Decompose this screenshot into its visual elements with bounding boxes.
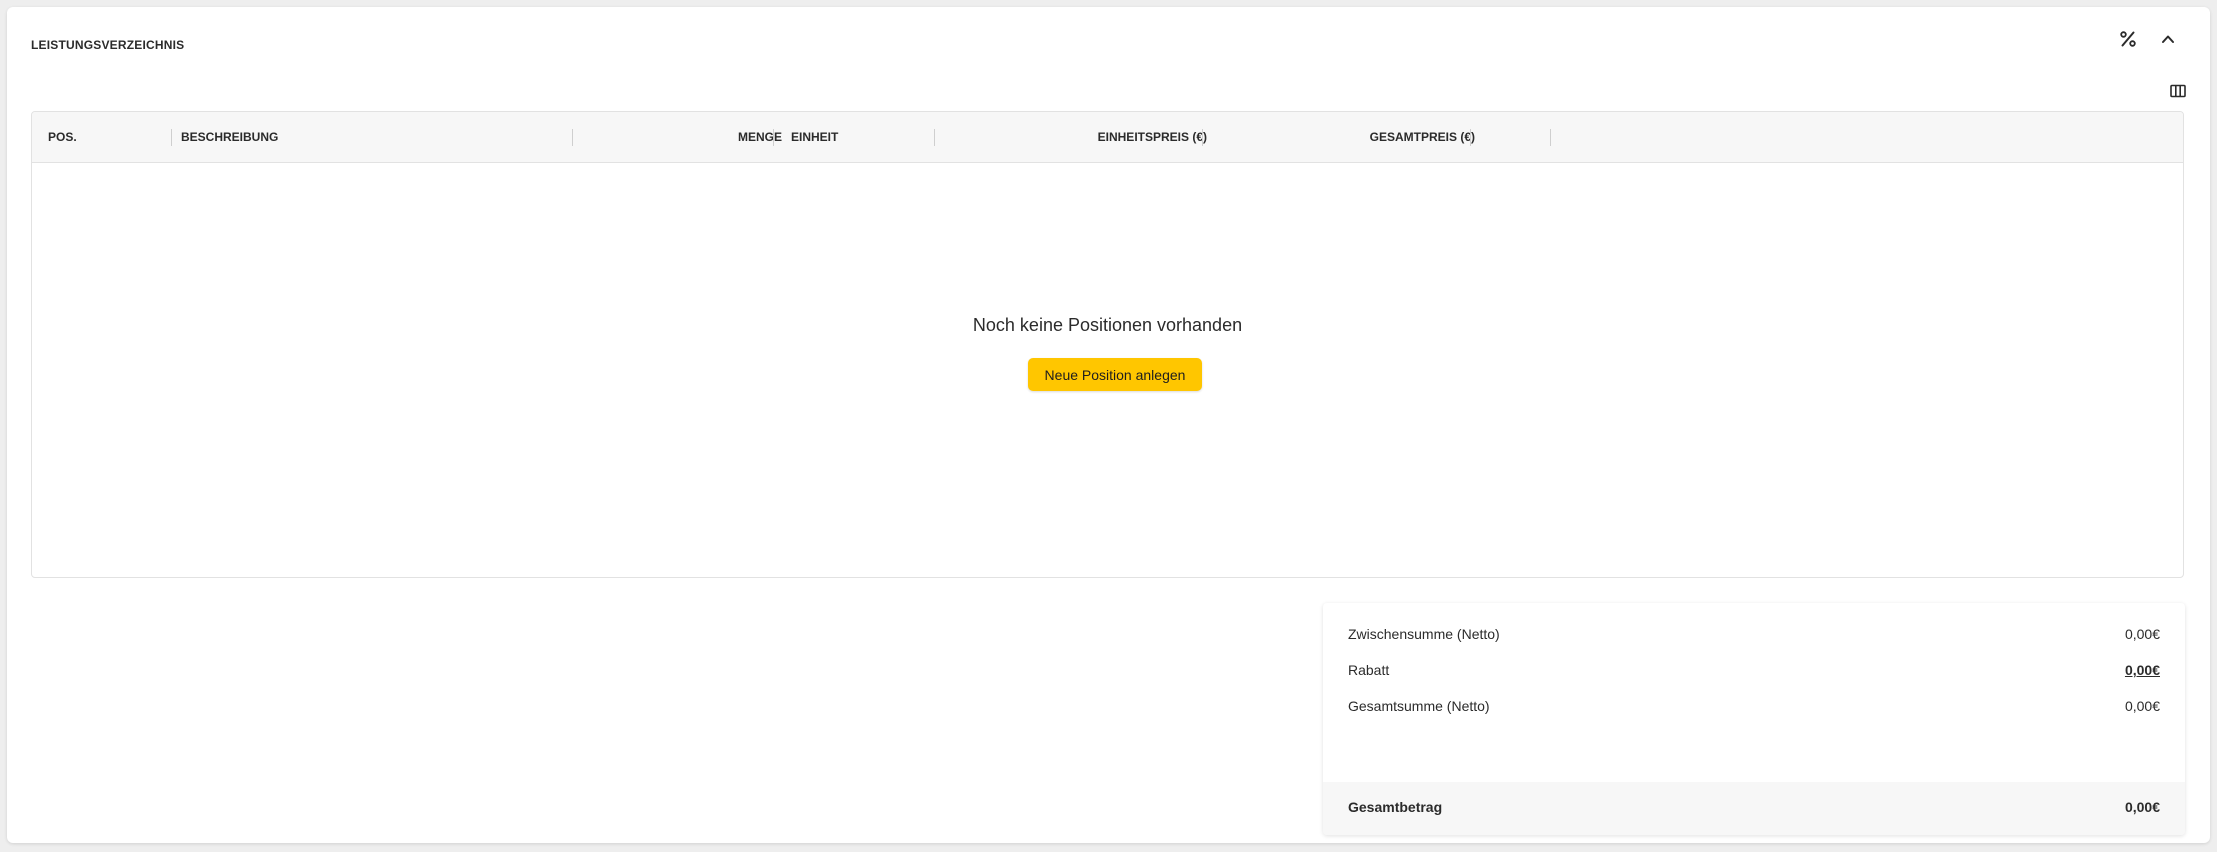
column-header-unit-price[interactable]: EINHEITSPREIS (€) (952, 112, 1207, 163)
column-header-pos[interactable]: POS. (48, 112, 77, 163)
grand-total-value: 0,00€ (2124, 799, 2160, 815)
empty-state-text: Noch keine Positionen vorhanden (972, 315, 1243, 335)
service-list-card: LEISTUNGSVERZEICHNIS POS. BESCHREIBUNG M… (7, 7, 2210, 843)
subtotal-row: Zwischensumme (Netto) 0,00€ (1323, 626, 2185, 646)
column-divider[interactable] (934, 129, 935, 146)
grand-total-row: Gesamtbetrag 0,00€ (1323, 782, 2185, 835)
column-header-total-price[interactable]: GESAMTPREIS (€) (1222, 112, 1475, 163)
total-net-row: Gesamtsumme (Netto) 0,00€ (1323, 698, 2185, 718)
column-divider[interactable] (572, 129, 573, 146)
discount-label: Rabatt (1348, 662, 1390, 678)
table-header: POS. BESCHREIBUNG MENGE EINHEIT EINHEITS… (32, 112, 2183, 163)
subtotal-label: Zwischensumme (Netto) (1348, 626, 1500, 642)
column-divider[interactable] (1550, 129, 1551, 146)
total-net-value: 0,00€ (2124, 698, 2160, 714)
column-header-unit[interactable]: EINHEIT (791, 112, 838, 163)
section-title: LEISTUNGSVERZEICHNIS (31, 38, 185, 52)
subtotal-value: 0,00€ (2124, 626, 2160, 642)
column-divider[interactable] (1470, 129, 1471, 146)
new-position-button[interactable]: Neue Position anlegen (1028, 358, 1202, 391)
columns-icon[interactable] (2166, 79, 2190, 103)
total-net-label: Gesamtsumme (Netto) (1348, 698, 1490, 714)
totals-summary: Zwischensumme (Netto) 0,00€ Rabatt 0,00€… (1323, 603, 2185, 835)
column-divider[interactable] (171, 129, 172, 146)
column-divider[interactable] (1202, 129, 1203, 146)
grand-total-label: Gesamtbetrag (1348, 799, 1443, 815)
chevron-up-icon[interactable] (2153, 24, 2183, 54)
discount-value-link[interactable]: 0,00€ (2125, 662, 2160, 678)
empty-state: Noch keine Positionen vorhanden Neue Pos… (32, 163, 2183, 577)
column-divider[interactable] (773, 129, 774, 146)
column-header-description[interactable]: BESCHREIBUNG (181, 112, 278, 163)
positions-table: POS. BESCHREIBUNG MENGE EINHEIT EINHEITS… (31, 111, 2184, 578)
column-header-quantity[interactable]: MENGE (592, 112, 782, 163)
percent-icon[interactable] (2113, 24, 2143, 54)
discount-row: Rabatt 0,00€ (1323, 662, 2185, 682)
